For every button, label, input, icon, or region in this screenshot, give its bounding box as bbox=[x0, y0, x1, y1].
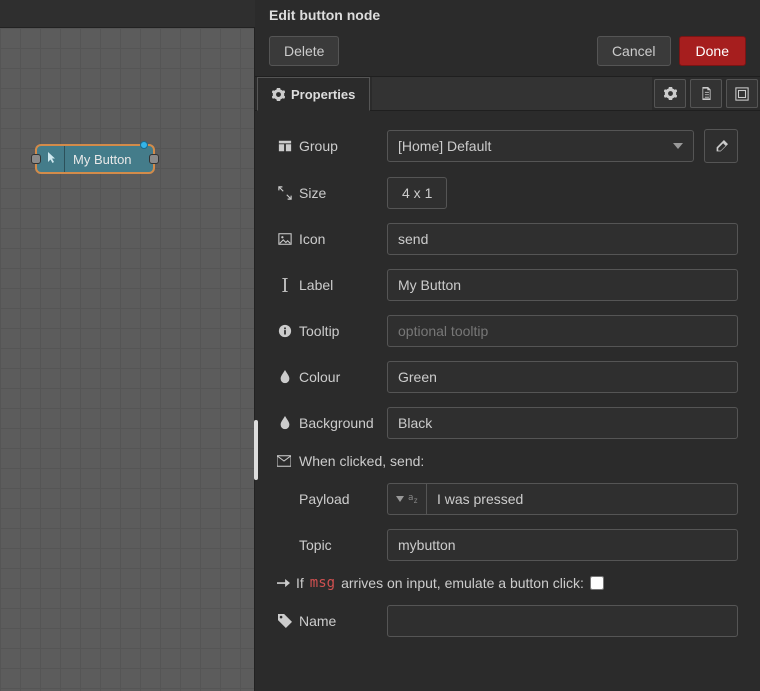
row-background: Background bbox=[277, 407, 738, 439]
topic-field[interactable] bbox=[387, 529, 738, 561]
cancel-button[interactable]: Cancel bbox=[597, 36, 671, 66]
colour-field[interactable] bbox=[387, 361, 738, 393]
panel-resize-handle[interactable] bbox=[254, 420, 258, 480]
layout-icon bbox=[735, 87, 749, 101]
editor-toolbar: Delete Cancel Done bbox=[255, 30, 760, 77]
editor-tabs: Properties bbox=[255, 77, 760, 111]
caret-down-icon bbox=[396, 496, 404, 502]
emulate-checkbox[interactable] bbox=[590, 576, 604, 590]
properties-form: Group [Home] Default Size 4 x 1 bbox=[255, 111, 760, 655]
arrow-right-icon bbox=[277, 577, 290, 589]
row-colour: Colour bbox=[277, 361, 738, 393]
tab-appearance-button[interactable] bbox=[726, 79, 758, 108]
node-status-dot bbox=[140, 141, 148, 149]
group-select[interactable]: [Home] Default bbox=[387, 130, 694, 162]
node-input-port[interactable] bbox=[31, 154, 41, 164]
tooltip-field[interactable] bbox=[387, 315, 738, 347]
document-icon bbox=[700, 87, 713, 100]
payload-field[interactable] bbox=[426, 483, 738, 515]
label-field[interactable] bbox=[387, 269, 738, 301]
delete-button[interactable]: Delete bbox=[269, 36, 339, 66]
node-icon bbox=[37, 146, 65, 172]
row-tooltip: Tooltip bbox=[277, 315, 738, 347]
gear-icon bbox=[272, 88, 285, 101]
tooltip-label: Tooltip bbox=[299, 323, 339, 339]
done-button[interactable]: Done bbox=[679, 36, 746, 66]
editor-title: Edit button node bbox=[255, 0, 760, 30]
workspace-topbar bbox=[0, 0, 255, 28]
icon-field[interactable] bbox=[387, 223, 738, 255]
envelope-icon bbox=[277, 455, 291, 467]
background-label: Background bbox=[299, 415, 374, 431]
row-name: Name bbox=[277, 605, 738, 637]
drop-icon bbox=[277, 416, 293, 430]
colour-label: Colour bbox=[299, 369, 340, 385]
icon-label: Icon bbox=[299, 231, 325, 247]
node-label: My Button bbox=[65, 152, 132, 167]
tab-description-button[interactable] bbox=[690, 79, 722, 108]
tab-properties-label: Properties bbox=[291, 87, 355, 102]
node-output-port[interactable] bbox=[149, 154, 159, 164]
info-icon bbox=[277, 324, 293, 338]
resize-icon bbox=[277, 186, 293, 200]
emulate-msg-code: msg bbox=[310, 575, 335, 591]
node-button[interactable]: My Button bbox=[35, 144, 155, 174]
tab-properties[interactable]: Properties bbox=[257, 77, 370, 111]
cursor-icon bbox=[277, 278, 293, 292]
topic-label: Topic bbox=[299, 537, 332, 553]
gear-icon bbox=[664, 87, 677, 100]
payload-type-button[interactable]: az bbox=[387, 483, 426, 515]
size-label: Size bbox=[299, 185, 326, 201]
group-label: Group bbox=[299, 138, 338, 154]
name-field[interactable] bbox=[387, 605, 738, 637]
row-size: Size 4 x 1 bbox=[277, 177, 738, 209]
image-icon bbox=[277, 232, 293, 246]
row-topic: Topic bbox=[277, 529, 738, 561]
when-clicked-section: When clicked, send: bbox=[277, 453, 738, 469]
payload-label: Payload bbox=[299, 491, 350, 507]
drop-icon bbox=[277, 370, 293, 384]
string-type-icon: az bbox=[408, 493, 418, 505]
row-icon: Icon bbox=[277, 223, 738, 255]
tag-icon bbox=[277, 614, 293, 628]
group-edit-button[interactable] bbox=[704, 129, 738, 163]
table-icon bbox=[277, 139, 293, 153]
workspace-column: My Button bbox=[0, 0, 255, 691]
flow-canvas[interactable]: My Button bbox=[0, 28, 255, 691]
emulate-row: If msg arrives on input, emulate a butto… bbox=[277, 575, 738, 591]
background-field[interactable] bbox=[387, 407, 738, 439]
emulate-text-suffix: arrives on input, emulate a button click… bbox=[341, 575, 584, 591]
row-payload: Payload az bbox=[277, 483, 738, 515]
tab-settings-button[interactable] bbox=[654, 79, 686, 108]
emulate-text-prefix: If bbox=[296, 575, 304, 591]
pointer-icon bbox=[43, 151, 59, 167]
label-label: Label bbox=[299, 277, 333, 293]
editor-panel: Edit button node Delete Cancel Done Prop… bbox=[255, 0, 760, 691]
when-clicked-label: When clicked, send: bbox=[299, 453, 424, 469]
name-label: Name bbox=[299, 613, 336, 629]
tab-spacer bbox=[372, 77, 652, 111]
row-group: Group [Home] Default bbox=[277, 129, 738, 163]
row-label-field: Label bbox=[277, 269, 738, 301]
pencil-icon bbox=[715, 140, 728, 153]
size-button[interactable]: 4 x 1 bbox=[387, 177, 447, 209]
